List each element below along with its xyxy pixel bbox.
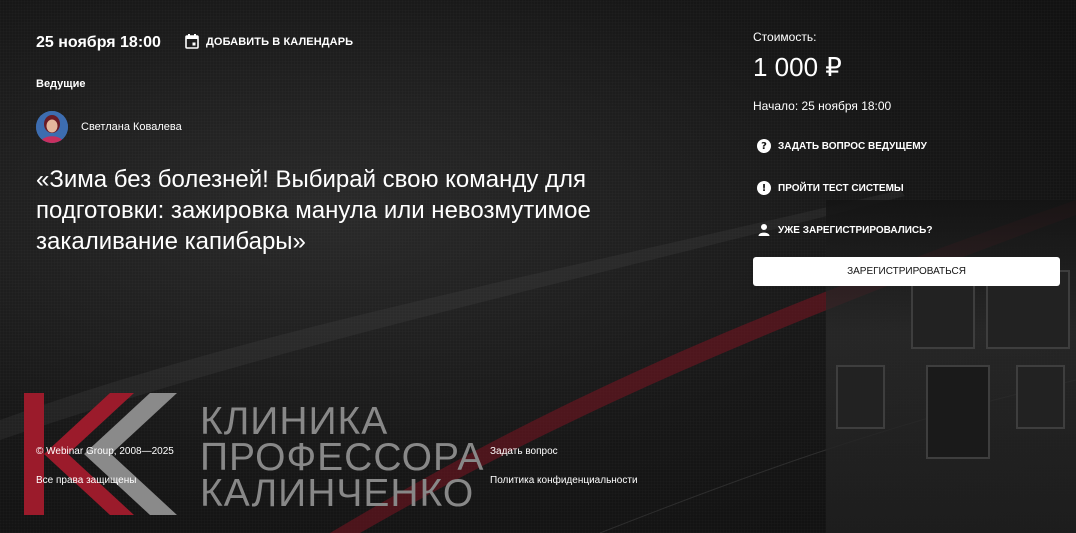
footer-rights: Все права защищены <box>36 475 137 486</box>
person-icon <box>758 224 770 236</box>
photo-door <box>926 365 990 459</box>
ask-host-link[interactable]: ? ЗАДАТЬ ВОПРОС ВЕДУЩЕМУ <box>757 139 927 153</box>
photo-window <box>836 365 885 429</box>
logo-line: КЛИНИКА <box>200 400 389 443</box>
photo-window <box>1016 365 1065 429</box>
host-item: Светлана Ковалева <box>36 111 182 143</box>
register-button[interactable]: ЗАРЕГИСТРИРОВАТЬСЯ <box>753 257 1060 286</box>
already-registered-link[interactable]: УЖЕ ЗАРЕГИСТРИРОВАЛИСЬ? <box>757 223 932 237</box>
avatar <box>36 111 68 143</box>
hosts-label: Ведущие <box>36 78 86 90</box>
footer-ask-link[interactable]: Задать вопрос <box>490 446 558 457</box>
price-label: Стоимость: <box>753 30 817 44</box>
question-icon: ? <box>757 139 771 153</box>
start-time: Начало: 25 ноября 18:00 <box>753 99 892 113</box>
calendar-icon <box>185 34 199 49</box>
system-test-link[interactable]: ! ПРОЙТИ ТЕСТ СИСТЕМЫ <box>757 181 904 195</box>
clinic-photo <box>826 200 1076 533</box>
exclamation-icon: ! <box>757 181 771 195</box>
system-test-label: ПРОЙТИ ТЕСТ СИСТЕМЫ <box>778 182 904 194</box>
footer-copyright: © Webinar Group, 2008—2025 <box>36 446 174 457</box>
add-to-calendar-link[interactable]: ДОБАВИТЬ В КАЛЕНДАРЬ <box>185 34 353 49</box>
clinic-logo-text: КЛИНИКА ПРОФЕССОРА КАЛИНЧЕНКО <box>200 400 485 515</box>
ask-host-label: ЗАДАТЬ ВОПРОС ВЕДУЩЕМУ <box>778 140 927 152</box>
add-to-calendar-label: ДОБАВИТЬ В КАЛЕНДАРЬ <box>206 35 354 48</box>
footer-privacy-link[interactable]: Политика конфиденциальности <box>490 475 638 486</box>
host-name[interactable]: Светлана Ковалева <box>81 121 182 133</box>
already-registered-label: УЖЕ ЗАРЕГИСТРИРОВАЛИСЬ? <box>778 224 933 236</box>
price-value: 1 000 ₽ <box>753 52 842 82</box>
logo-line: КАЛИНЧЕНКО <box>200 472 475 515</box>
event-title: «Зима без болезней! Выбирай свою команду… <box>36 166 591 255</box>
logo-line: ПРОФЕССОРА <box>200 436 485 479</box>
event-date: 25 ноября 18:00 <box>36 34 161 51</box>
